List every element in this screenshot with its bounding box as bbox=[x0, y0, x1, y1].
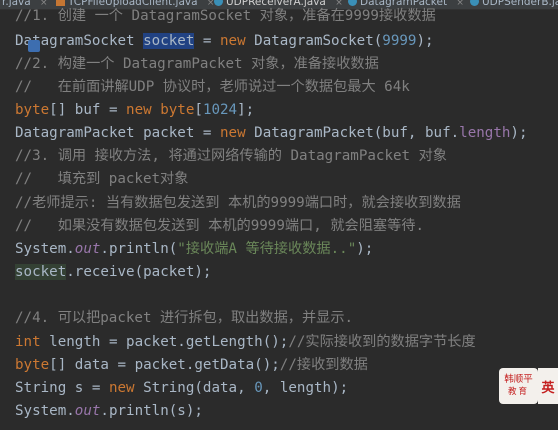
code-line-6: DatagramPacket packet = new DatagramPack… bbox=[15, 122, 528, 145]
code-token: [ bbox=[194, 102, 203, 118]
number-token: 0 bbox=[254, 380, 263, 396]
code-line-3: //2. 构建一个 DatagramPacket 对象，准备接收数据 bbox=[15, 56, 379, 72]
code-line-14: //4. 可以把packet 进行拆包，取出数据，并显示. bbox=[15, 310, 354, 326]
code-token: System. bbox=[15, 403, 75, 419]
field-token: out bbox=[74, 241, 101, 257]
field-token: out bbox=[74, 403, 101, 419]
code-token: String s = bbox=[15, 380, 109, 396]
code-line-8: // 填充到 packet对象 bbox=[15, 171, 189, 187]
watermark-line1: 韩顺平 bbox=[504, 374, 533, 385]
code-line-11: System.out.println("接收端A 等待接收数据.."); bbox=[15, 238, 373, 261]
code-line-4: // 在前面讲解UDP 协议时，老师说过一个数据包最大 64k bbox=[15, 79, 410, 95]
code-token: System. bbox=[15, 241, 75, 257]
highlighted-identifier: socket bbox=[15, 264, 67, 280]
code-token: .println( bbox=[100, 241, 178, 257]
java-class-icon bbox=[470, 0, 479, 6]
number-token: 9999 bbox=[382, 33, 417, 49]
keyword-token: new bbox=[220, 125, 246, 141]
code-line-12: socket.receive(packet); bbox=[15, 261, 211, 284]
close-icon[interactable]: × bbox=[456, 0, 464, 8]
code-line-5: byte[] buf = new byte[1024]; bbox=[15, 99, 254, 122]
code-token: DatagramPacket packet = bbox=[15, 125, 220, 141]
code-token: [] buf = bbox=[49, 102, 127, 118]
code-line-2: DatagramSocket socket = new DatagramSock… bbox=[15, 30, 434, 53]
keyword-token: byte bbox=[15, 102, 50, 118]
ime-indicator: 英 bbox=[538, 368, 558, 404]
tab-label: UDPSenderB.java bbox=[482, 0, 558, 8]
code-token: ); bbox=[510, 125, 528, 141]
code-line-15: int length = packet.getLength();//实际接收到的… bbox=[15, 331, 476, 354]
code-line-1: //1. 创建 一个 DatagramSocket 对象，准备在9999接收数据 bbox=[15, 8, 436, 24]
punct-token: ); bbox=[416, 33, 434, 49]
string-token: "接收端A 等待接收数据.." bbox=[177, 241, 357, 257]
code-token: .println(s); bbox=[100, 403, 203, 419]
keyword-token: byte bbox=[15, 357, 50, 373]
keyword-token: new bbox=[220, 33, 246, 49]
tab-udp-sender-b[interactable]: UDPSenderB.java bbox=[470, 0, 558, 9]
cursor-marker-icon bbox=[28, 40, 40, 52]
constructor-token: DatagramSocket( bbox=[245, 33, 383, 49]
code-token: DatagramPacket(buf, buf. bbox=[245, 125, 460, 141]
code-token: ]; bbox=[237, 102, 255, 118]
code-token: length = packet.getLength(); bbox=[40, 334, 289, 350]
code-token: ); bbox=[356, 241, 374, 257]
number-token: 1024 bbox=[202, 102, 238, 118]
field-token: length bbox=[459, 125, 511, 141]
comment-token: //接收到数据 bbox=[279, 357, 368, 373]
keyword-token: byte bbox=[160, 102, 195, 118]
code-line-7: //3. 调用 接收方法, 将通过网络传输的 DatagramPacket 对象 bbox=[15, 148, 447, 164]
watermark: 韩顺平 教育 英 bbox=[499, 368, 558, 404]
code-editor[interactable]: //1. 创建 一个 DatagramSocket 对象，准备在9999接收数据… bbox=[0, 8, 558, 430]
watermark-line2: 教育 bbox=[507, 387, 529, 397]
code-token: String(data, bbox=[134, 380, 255, 396]
keyword-token: int bbox=[15, 334, 41, 350]
code-line-18: System.out.println(s); bbox=[15, 400, 203, 423]
code-line-10: // 如果没有数据包发送到 本机的9999端口, 就会阻塞等待. bbox=[15, 218, 424, 234]
selected-identifier: socket bbox=[143, 33, 195, 49]
keyword-token: new bbox=[108, 380, 135, 396]
code-token: .receive(packet); bbox=[66, 264, 212, 280]
watermark-logo: 韩顺平 教育 bbox=[499, 368, 538, 404]
code-line-9: //老师提示: 当有数据包发送到 本机的9999端口时，就会接收到数据 bbox=[15, 195, 461, 211]
code-line-16: byte[] data = packet.getData();//接收到数据 bbox=[15, 354, 368, 377]
code-line-17: String s = new String(data, 0, length); bbox=[15, 377, 348, 400]
code-token: , length); bbox=[262, 380, 349, 396]
operator-token: = bbox=[194, 33, 220, 49]
code-token: [] data = packet.getData(); bbox=[49, 357, 280, 373]
comment-token: //实际接收到的数据字节长度 bbox=[288, 334, 476, 350]
keyword-token: new bbox=[126, 102, 152, 118]
